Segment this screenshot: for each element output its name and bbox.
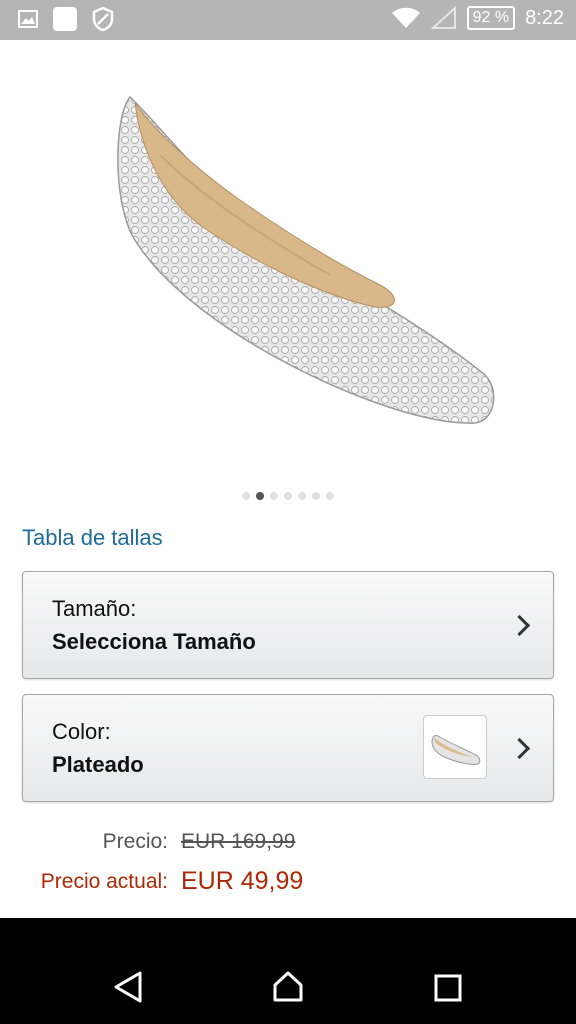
carousel-dots[interactable] [0,492,576,500]
signal-icon [430,6,456,29]
list-price-label: Precio: [102,830,168,853]
list-price-value: EUR 169,99 [181,830,296,853]
app-icon [53,7,77,31]
current-price-value: EUR 49,99 [181,867,304,895]
wifi-icon [391,7,420,28]
image-icon [18,10,38,28]
shield-icon [92,7,114,31]
current-price-row: Precio actual: EUR 49,99 [0,867,576,906]
carousel-dot[interactable] [312,492,320,500]
carousel-dot-active[interactable] [256,492,264,500]
color-selector-value: Plateado [52,752,144,777]
size-selector-value: Selecciona Tamaño [52,629,256,654]
home-icon[interactable] [270,968,306,1004]
list-price-row: Precio: EUR 169,99 [0,830,576,866]
color-selector-label: Color: [52,719,111,744]
clock: 8:22 [525,6,564,29]
carousel-dot[interactable] [326,492,334,500]
navigation-bar [0,918,576,1024]
size-selector-label: Tamaño: [52,596,137,621]
size-selector[interactable]: Tamaño: Selecciona Tamaño [22,571,554,679]
carousel-dot[interactable] [242,492,250,500]
current-price-label: Precio actual: [40,870,168,893]
color-selector[interactable]: Color: Plateado [22,694,554,802]
status-bar: 92 % 8:22 [0,0,576,40]
product-image[interactable] [100,85,500,435]
carousel-dot[interactable] [284,492,292,500]
chevron-right-icon [508,737,531,760]
chevron-right-icon [508,614,531,637]
back-icon[interactable] [112,970,144,1004]
recents-icon[interactable] [434,974,462,1002]
carousel-dot[interactable] [298,492,306,500]
size-chart-link[interactable]: Tabla de tallas [22,525,163,551]
battery-icon: 92 % [466,6,516,30]
product-detail: Tabla de tallas Tamaño: Selecciona Tamañ… [0,40,576,918]
color-swatch-thumbnail[interactable] [423,715,487,779]
carousel-dot[interactable] [270,492,278,500]
